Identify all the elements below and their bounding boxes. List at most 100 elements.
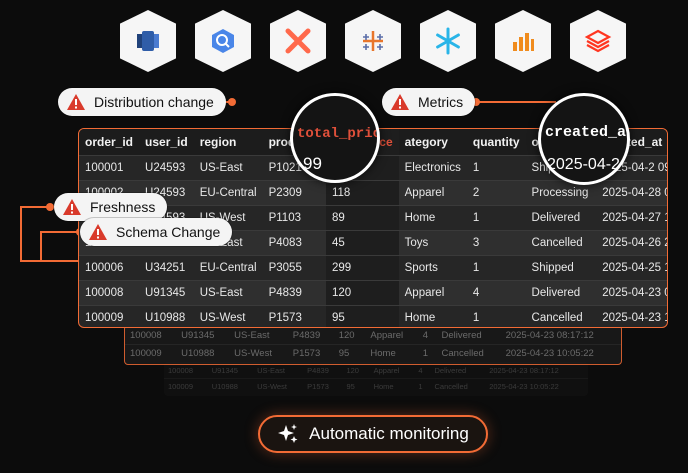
table-row: 100009 U10988 US-West P1573 95 Home 1 Cancelled… <box>79 304 667 327</box>
table-cell: U10988 <box>139 304 194 327</box>
lens-value: 2025-04-2 <box>547 156 620 173</box>
table-row: 100008 U91345 US-East P4839 120 Apparel 4 Deliv… <box>79 279 667 305</box>
lens-header: created_at <box>545 124 630 141</box>
table-cell: 100009 <box>79 304 140 327</box>
table-cell: Cancelled <box>430 378 486 395</box>
connector-line <box>40 231 80 233</box>
tag-label: Schema Change <box>116 224 221 240</box>
table-cell: Sports <box>398 254 467 280</box>
warning-icon <box>63 199 81 215</box>
table-cell: US-West <box>193 304 263 327</box>
table-cell: 1 <box>466 254 526 280</box>
table-cell: Electronics <box>398 154 467 180</box>
redshift-icon[interactable] <box>120 10 176 72</box>
table-cell: US-West <box>253 378 304 395</box>
table-cell: Cancelled <box>525 304 597 327</box>
table-cell: U34251 <box>139 254 194 280</box>
column-header[interactable]: ategory <box>398 129 467 155</box>
table-row: 100008 U91345 US-East P4839 120 Apparel 4 Deliv… <box>125 326 621 345</box>
column-header[interactable]: order_id <box>79 129 140 155</box>
table-cell: Delivered <box>525 204 597 230</box>
warning-icon <box>67 94 85 110</box>
metrics-tag[interactable]: Metrics <box>382 88 476 116</box>
sparkles-icon <box>278 424 298 443</box>
table-cell: 2025-04-23 08:17:12 <box>500 326 621 345</box>
table-cell: Toys <box>398 229 467 255</box>
table-cell: 118 <box>325 179 399 205</box>
table-cell: 120 <box>333 326 366 345</box>
table-cell: 100008 <box>79 279 140 305</box>
table-cell: U24593 <box>139 154 194 180</box>
stacked-table-middle: 100008 U91345 US-East P4839 120 Apparel 4 Deliv… <box>124 325 622 365</box>
table-cell: Apparel <box>398 279 467 305</box>
table-cell: P2309 <box>262 179 326 205</box>
table-cell: 100006 <box>79 254 140 280</box>
table-cell: P4839 <box>287 326 334 345</box>
table-cell: P1103 <box>262 204 326 230</box>
table-cell: US-West <box>229 344 288 363</box>
table-cell: P1573 <box>287 344 334 363</box>
table-cell: 2 <box>466 179 526 205</box>
table-cell: 100009 <box>164 378 208 395</box>
table-cell: 1 <box>466 304 526 327</box>
table-cell: U91345 <box>176 326 230 345</box>
dbt-icon[interactable] <box>270 10 326 72</box>
column-header[interactable]: user_id <box>139 129 194 155</box>
warning-icon <box>89 224 107 240</box>
automatic-monitoring-button[interactable]: Automatic monitoring <box>258 415 488 453</box>
table-cell: 120 <box>325 279 399 305</box>
table-cell: 100008 <box>125 326 177 345</box>
schema-change-tag[interactable]: Schema Change <box>80 218 233 246</box>
bigquery-icon[interactable] <box>195 10 251 72</box>
integrations-row <box>120 10 626 72</box>
table-row: 100006 U34251 EU-Central P3055 299 Sports 1 Shi… <box>79 254 667 280</box>
table-cell: US-East <box>229 326 288 345</box>
table-cell: 4 <box>466 279 526 305</box>
connector-line <box>20 260 80 262</box>
looker-icon[interactable] <box>495 10 551 72</box>
databricks-icon[interactable] <box>570 10 626 72</box>
table-cell: 1 <box>417 344 437 363</box>
table-row: 100009 U10988 US-West P1573 95 Home 1 Cancelled… <box>164 378 588 395</box>
tableau-icon[interactable] <box>345 10 401 72</box>
table-cell: 2025-04-27 15:44:11 <box>596 204 667 230</box>
table-cell: 1 <box>466 154 526 180</box>
distribution-change-tag[interactable]: Distribution change <box>58 88 226 116</box>
connector-line <box>476 101 556 103</box>
table-cell: 95 <box>333 344 366 363</box>
table-cell: EU-Central <box>193 254 263 280</box>
table-cell: Home <box>365 344 418 363</box>
snowflake-icon[interactable] <box>420 10 476 72</box>
table-cell: Home <box>398 204 467 230</box>
lens-header: total_price <box>297 126 377 142</box>
table-cell: Cancelled <box>436 344 501 363</box>
table-cell: US-East <box>193 154 263 180</box>
column-header[interactable]: region <box>193 129 263 155</box>
table-cell: 95 <box>325 304 399 327</box>
freshness-tag[interactable]: Freshness <box>54 193 168 221</box>
table-cell: U10988 <box>176 344 230 363</box>
lens-value: 99 <box>303 154 322 173</box>
table-cell: 4 <box>417 326 437 345</box>
table-cell: 100009 <box>125 344 177 363</box>
table-cell: Shipped <box>525 254 597 280</box>
table-cell: Delivered <box>436 326 501 345</box>
table-cell: 2025-04-28 09:16:02 <box>596 179 667 205</box>
table-cell: Delivered <box>525 279 597 305</box>
table-cell: 3 <box>466 229 526 255</box>
column-header[interactable]: quantity <box>466 129 526 155</box>
tag-label: Distribution change <box>94 94 214 110</box>
table-cell: P4839 <box>262 279 326 305</box>
table-cell: Apparel <box>365 326 418 345</box>
table-cell: US-East <box>193 279 263 305</box>
table-cell: 2025-04-23 10:05:22 <box>596 304 667 327</box>
table-cell: Apparel <box>398 179 467 205</box>
table-cell: Home <box>398 304 467 327</box>
table-cell: 2025-04-23 08:17:12 <box>596 279 667 305</box>
tag-label: Metrics <box>418 94 464 110</box>
table-row: 100009 U10988 US-West P1573 95 Home 1 Cancelled… <box>125 344 621 363</box>
button-label: Automatic monitoring <box>309 424 469 443</box>
stacked-table-back: 100008 U91345 US-East P4839 120 Apparel 4 Deliv… <box>164 362 588 396</box>
table-cell: Cancelled <box>525 229 597 255</box>
table-cell: 2025-04-23 10:05:22 <box>500 344 621 363</box>
